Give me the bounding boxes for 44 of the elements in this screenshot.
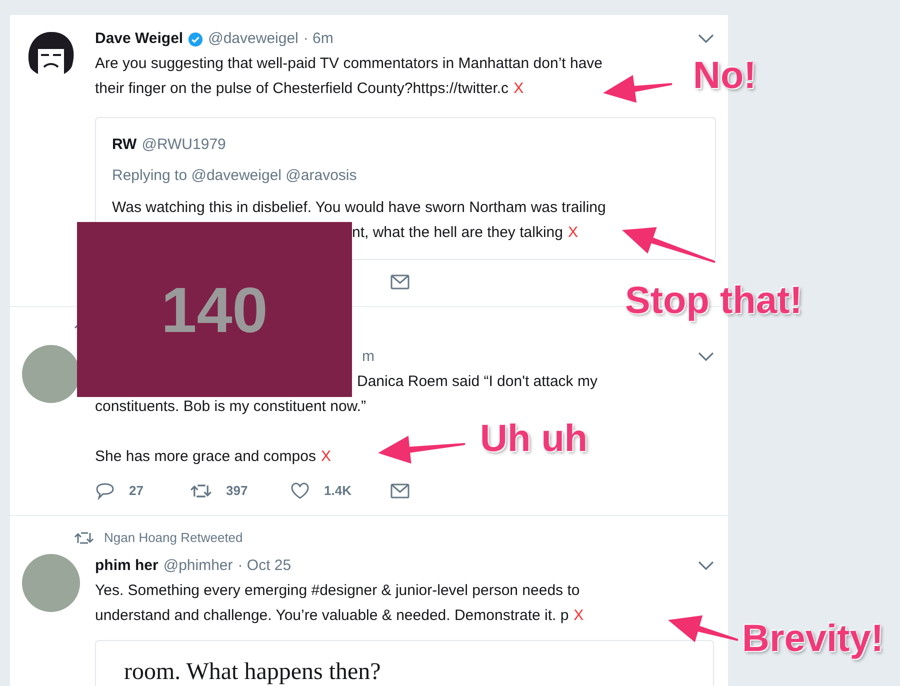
tweet-text: Are you suggesting that well-paid TV commentators in Manhattan don’t have [95,54,603,74]
retweet-context[interactable]: Ngan Hoang Retweeted [104,528,243,548]
author-name[interactable]: Dave Weigel [95,28,184,50]
cut-mark: X [320,447,331,467]
action-count: 27 [129,482,144,500]
arrow [603,74,672,103]
author-name[interactable]: phim her [95,554,158,578]
annotation-text: Stop that! [625,280,802,322]
chevron-down-icon[interactable] [698,352,714,362]
tweet-text: constituents. Bob is my constituent now.” [95,397,366,417]
cut-mark: X [568,223,578,243]
heart-icon[interactable] [290,482,310,500]
annotation-text: Brevity! [742,618,884,660]
tweet-time[interactable]: · 6m [303,28,334,50]
tweet-text: Yes. Something every emerging #designer & junior-level person needs to [95,581,580,601]
mail-icon[interactable] [390,274,410,290]
reply-icon[interactable] [95,482,115,500]
tweet-text: She has more grace and compos [95,447,316,467]
replying-to: Replying to @daveweigel @aravosis [112,166,358,186]
arrow [668,615,738,642]
card-text: room. What happens then? [124,659,381,685]
link-preview-card[interactable]: room. What happens then? [95,640,714,686]
author-handle[interactable]: @daveweigel [208,28,298,50]
action-count: 397 [226,482,248,500]
retweet-icon[interactable] [190,483,212,499]
tweet-time[interactable]: m [362,346,374,368]
quoted-author-name: RW [112,135,137,155]
annotation-text: Uh uh [480,418,588,460]
mail-icon[interactable] [390,483,410,499]
tweet-text: their finger on the pulse of Chesterfield County?https://twitter.c [95,79,509,99]
tweet-text: understand and challenge. You’re valuable & needed. Demonstrate it. p [95,606,569,626]
tweet-text: Was watching this in disbelief. You would have sworn Northam was trailing [112,198,606,218]
chevron-down-icon[interactable] [698,561,714,571]
tweet-time[interactable]: · Oct 25 [238,554,292,578]
action-count: 1.4K [324,482,352,500]
quoted-author-handle: @RWU1979 [142,135,226,155]
chevron-down-icon[interactable] [698,34,714,44]
cut-mark: X [574,606,584,626]
author-handle[interactable]: @phimher [163,554,233,578]
annotation-text: No! [693,55,756,97]
tweet-text: nt, what the hell are they talking [352,223,563,243]
tweet-text: Danica Roem said “I don't attack my [357,372,598,392]
overlay-number: 140 [161,272,268,348]
cut-mark: X [514,79,524,99]
